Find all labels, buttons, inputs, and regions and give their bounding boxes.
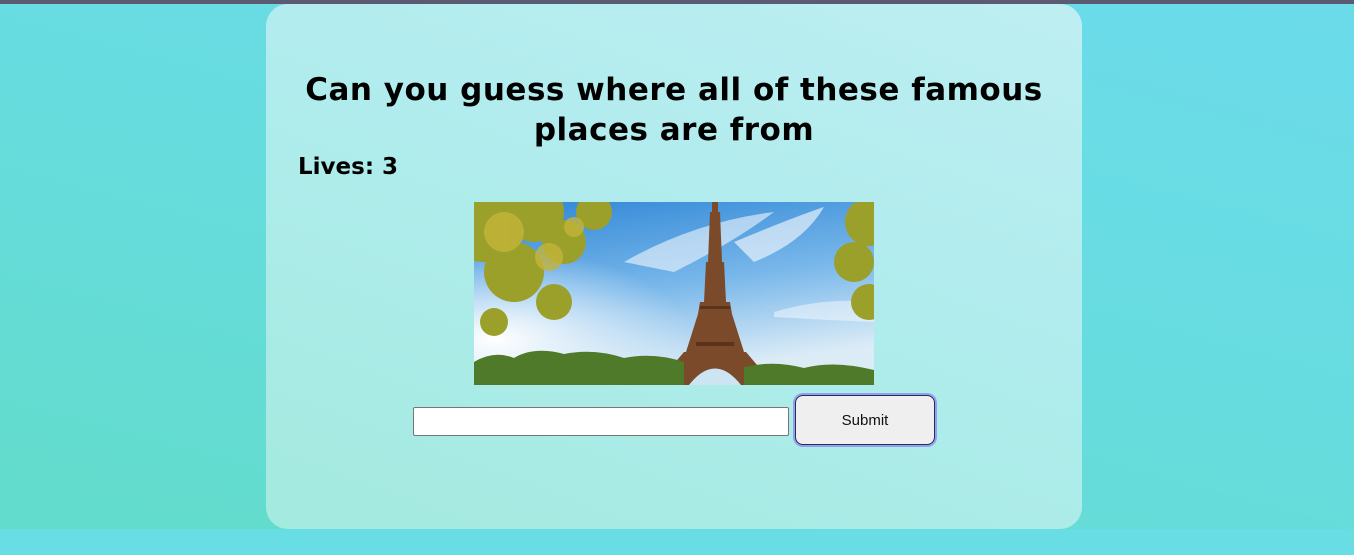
answer-input[interactable] bbox=[413, 407, 789, 436]
submit-button[interactable]: Submit bbox=[795, 395, 935, 445]
quiz-card: Can you guess where all of these famous … bbox=[266, 4, 1082, 529]
quiz-title: Can you guess where all of these famous … bbox=[305, 72, 1043, 148]
lives-counter: Lives: 3 bbox=[298, 154, 399, 180]
page-footer-strip bbox=[0, 529, 1354, 555]
landmark-image bbox=[474, 202, 874, 385]
